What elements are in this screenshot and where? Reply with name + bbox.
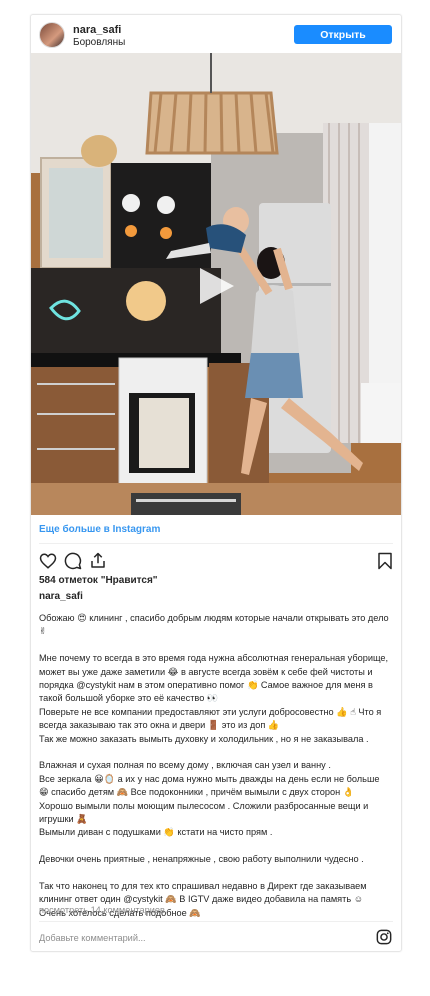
username-link[interactable]: nara_safi [73,24,121,36]
comment-input[interactable]: Добавьте комментарий... [39,933,146,943]
instagram-embed-card: nara_safi Боровляны Открыть профиль [30,14,402,952]
location-link[interactable]: Боровляны [73,37,125,48]
view-comments-link[interactable]: посмотреть 14 комментариев [39,905,165,915]
post-video[interactable] [31,53,401,515]
caption-author[interactable]: nara_safi [39,591,83,602]
action-bar [31,550,401,572]
caption-paragraph: Обожаю 😍 клининг , спасибо добрым людям … [39,613,392,637]
instagram-icon[interactable] [376,929,392,945]
share-icon[interactable] [89,552,107,570]
caption-paragraph: Влажная и сухая полная по всему дому , в… [39,760,380,838]
caption-text: Обожаю 😍 клининг , спасибо добрым людям … [39,612,391,920]
play-icon[interactable] [194,264,238,308]
heart-icon[interactable] [39,552,57,570]
divider [39,543,393,544]
open-profile-button[interactable]: Открыть профиль [294,25,392,60]
caption-paragraph: Девочки очень приятные , ненапряжные , с… [39,854,364,865]
likes-count[interactable]: 584 отметок "Нравится" [39,575,158,586]
more-on-instagram-link[interactable]: Еще больше в Instagram [39,524,160,535]
avatar[interactable] [39,22,65,48]
comment-icon[interactable] [64,552,82,570]
caption-paragraph: Мне почему то всегда в это время года ну… [39,653,389,744]
bookmark-icon[interactable] [377,552,393,570]
divider [39,921,393,922]
post-header: nara_safi Боровляны Открыть профиль [31,15,401,60]
